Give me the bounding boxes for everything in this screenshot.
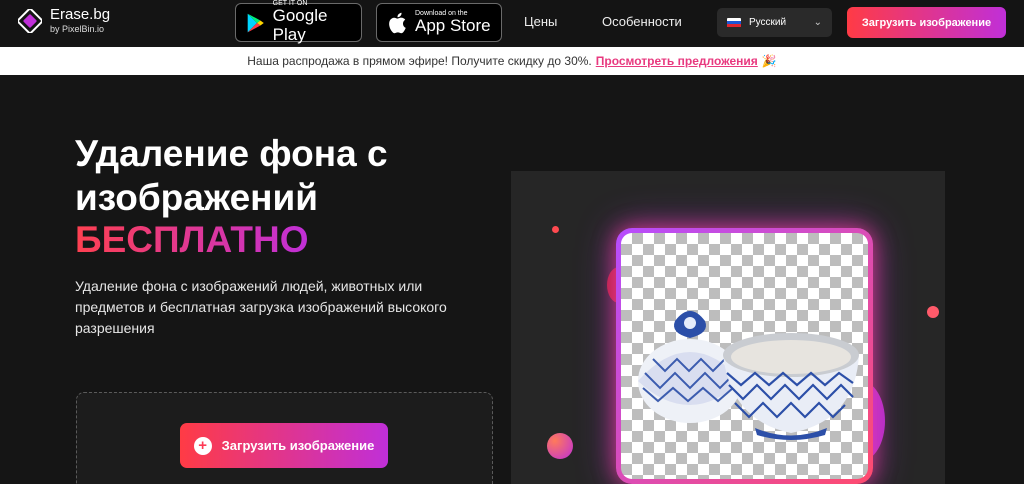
main-upload-label: Загрузить изображение xyxy=(221,438,375,453)
top-header: Erase.bg by PixelBin.io GET IT ON Google… xyxy=(0,0,1024,45)
chevron-down-icon: ⌄ xyxy=(813,17,822,28)
promo-bar: Наша распродажа в прямом эфире! Получите… xyxy=(0,47,1024,75)
language-select[interactable]: Русский ⌄ xyxy=(717,8,832,37)
header-upload-button[interactable]: Загрузить изображение xyxy=(847,7,1006,38)
transparent-background xyxy=(621,233,868,479)
brand-title: Erase.bg xyxy=(50,6,111,23)
ceramic-bowl-image xyxy=(638,311,859,440)
party-popper-icon: 🎉 xyxy=(761,54,777,68)
nav-prices-link[interactable]: Цены xyxy=(524,14,557,29)
plus-icon: + xyxy=(193,436,212,455)
erasebg-logo-icon xyxy=(18,8,42,33)
showcase-frame xyxy=(616,228,873,484)
decor-dot xyxy=(547,433,573,459)
language-label: Русский xyxy=(749,17,787,28)
main-upload-button[interactable]: + Загрузить изображение xyxy=(180,423,388,468)
hero-description: Удаление фона с изображений людей, живот… xyxy=(75,278,447,336)
decor-dot xyxy=(552,226,559,233)
brand-subtitle: by PixelBin.io xyxy=(50,24,105,34)
decor-dot xyxy=(927,306,939,318)
hero-title: Удаление фона с изображений xyxy=(75,133,388,218)
app-store-button[interactable]: Download on the App Store xyxy=(376,3,502,42)
brand-logo[interactable]: Erase.bg by PixelBin.io xyxy=(18,7,110,34)
google-play-icon xyxy=(247,13,264,32)
google-play-button[interactable]: GET IT ON Google Play xyxy=(235,0,362,44)
promo-text: Наша распродажа в прямом эфире! Получите… xyxy=(247,54,592,68)
google-play-label: Google Play xyxy=(272,6,328,44)
promo-offers-link[interactable]: Просмотреть предложения xyxy=(596,54,758,68)
apple-icon xyxy=(389,12,406,33)
hero-accent-text: БЕСПЛАТНО xyxy=(75,219,309,260)
nav-features-link[interactable]: Особенности xyxy=(602,14,682,29)
russia-flag-icon xyxy=(727,17,741,28)
app-store-label: App Store xyxy=(415,15,491,35)
